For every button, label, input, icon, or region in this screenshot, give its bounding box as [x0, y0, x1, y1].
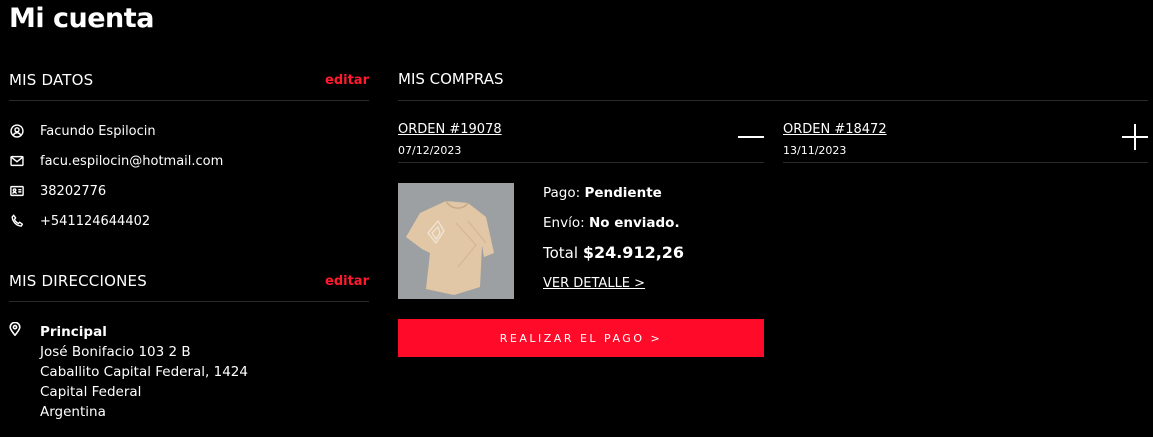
id-card-icon	[9, 183, 25, 199]
mis-direcciones-header: MIS DIRECCIONES editar	[9, 259, 369, 302]
see-detail-link[interactable]: VER DETALLE >	[543, 276, 645, 291]
total-row: Total $24.912,26	[543, 243, 684, 262]
payment-label: Pago:	[543, 185, 581, 201]
total-label: Total	[543, 244, 579, 262]
expand-order-toggle[interactable]	[1122, 124, 1148, 150]
user-name: Facundo Espilocin	[40, 123, 156, 139]
location-pin-icon	[9, 321, 23, 422]
user-phone: +541124644402	[40, 213, 151, 229]
phone-icon	[9, 213, 25, 229]
user-name-row: Facundo Espilocin	[9, 121, 156, 141]
order-header: ORDEN #19078 07/12/2023	[398, 100, 764, 163]
order-number-link[interactable]: ORDEN #19078	[398, 122, 502, 137]
minus-icon	[738, 136, 764, 139]
user-email-row: facu.espilocin@hotmail.com	[9, 151, 223, 171]
mis-direcciones-title: MIS DIRECCIONES	[9, 272, 147, 290]
order-header: ORDEN #18472 13/11/2023	[783, 100, 1148, 163]
mis-compras-header: MIS COMPRAS	[398, 0, 1148, 101]
page-title: Mi cuenta	[9, 3, 154, 34]
collapse-order-toggle[interactable]	[738, 124, 764, 150]
user-document: 38202776	[40, 183, 107, 199]
pay-button[interactable]: REALIZAR EL PAGO >	[398, 319, 764, 357]
order-number-link[interactable]: ORDEN #18472	[783, 122, 887, 137]
mis-compras-title: MIS COMPRAS	[398, 70, 504, 88]
shipping-label: Envío:	[543, 215, 585, 231]
shipping-status: No enviado.	[588, 215, 680, 231]
edit-direcciones-link[interactable]: editar	[325, 274, 369, 289]
user-phone-row: +541124644402	[9, 211, 150, 231]
mis-datos-header: MIS DATOS editar	[9, 58, 369, 101]
address-province: Capital Federal	[40, 384, 142, 400]
address-block: Principal José Bonifacio 103 2 B Caballi…	[9, 321, 248, 422]
detail-link-row: VER DETALLE >	[543, 275, 645, 291]
order-date: 07/12/2023	[398, 144, 462, 157]
order-date: 13/11/2023	[783, 144, 847, 157]
total-value: $24.912,26	[582, 243, 685, 262]
address-country: Argentina	[40, 404, 106, 420]
address-city: Caballito Capital Federal, 1424	[40, 364, 248, 380]
edit-datos-link[interactable]: editar	[325, 73, 369, 88]
shipping-status-row: Envío: No enviado.	[543, 215, 680, 231]
address-label: Principal	[40, 324, 107, 340]
payment-status-row: Pago: Pendiente	[543, 185, 662, 201]
mail-icon	[9, 153, 25, 169]
address-street: José Bonifacio 103 2 B	[40, 344, 191, 360]
payment-status: Pendiente	[584, 185, 662, 201]
product-thumbnail	[398, 183, 514, 299]
mis-datos-title: MIS DATOS	[9, 71, 94, 89]
user-icon	[9, 123, 25, 139]
user-document-row: 38202776	[9, 181, 106, 201]
user-email: facu.espilocin@hotmail.com	[40, 153, 224, 169]
